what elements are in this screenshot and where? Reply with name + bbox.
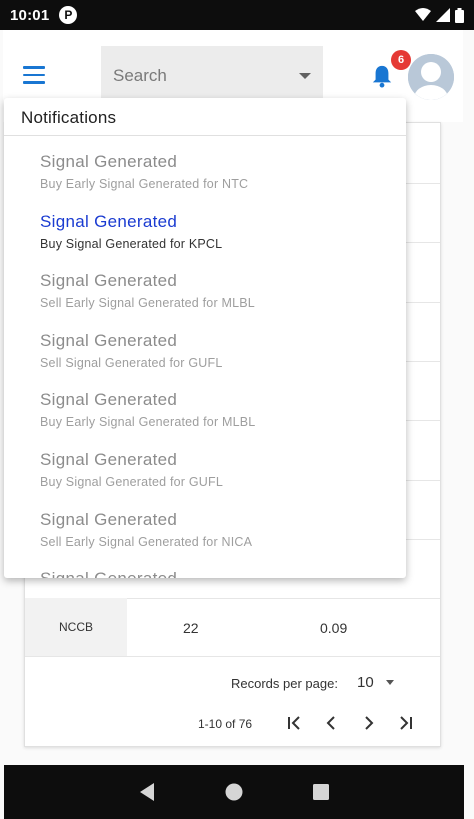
notification-badge: 6 xyxy=(391,50,411,70)
chevron-right-icon xyxy=(365,716,374,730)
notification-item[interactable]: Signal Generated xyxy=(4,569,406,578)
cell-symbol: NCCB xyxy=(25,598,127,656)
notification-item[interactable]: Signal Generated Buy Early Signal Generat… xyxy=(4,152,406,212)
bell-icon[interactable] xyxy=(371,64,393,88)
notification-subtitle: Buy Signal Generated for GUFL xyxy=(40,474,223,489)
notification-title: Signal Generated xyxy=(40,330,178,350)
notification-subtitle: Buy Early Signal Generated for NTC xyxy=(40,177,249,191)
notification-item[interactable]: Signal Generated Sell Early Signal Genera… xyxy=(4,271,406,331)
cell-value: 0.09 xyxy=(320,620,348,636)
back-triangle-icon xyxy=(140,783,155,801)
status-bar: 10:01 P xyxy=(0,0,474,30)
notification-title: Signal Generated xyxy=(40,152,178,171)
notification-title: Signal Generated xyxy=(40,271,178,291)
notification-subtitle: Sell Signal Generated for GUFL xyxy=(40,355,223,370)
carrier-p-icon: P xyxy=(59,6,78,24)
wifi-icon xyxy=(415,8,431,21)
records-per-page-label: Records per page: xyxy=(231,676,338,691)
status-time: 10:01 xyxy=(10,6,50,24)
home-circle-icon xyxy=(225,783,243,801)
back-button[interactable] xyxy=(132,777,162,807)
notifications-panel: Notifications Signal Generated Buy Early … xyxy=(4,98,406,578)
notification-title: Signal Generated xyxy=(40,390,178,410)
battery-icon xyxy=(455,7,464,23)
user-icon xyxy=(408,54,454,100)
notification-title: Signal Generated xyxy=(40,211,178,231)
notification-title: Signal Generated xyxy=(40,449,178,469)
last-page-icon xyxy=(400,716,412,730)
first-page-button[interactable] xyxy=(283,711,307,735)
chevron-left-icon xyxy=(326,716,335,730)
chevron-down-icon xyxy=(385,680,394,685)
records-per-page-value: 10 xyxy=(357,674,374,691)
last-page-button[interactable] xyxy=(393,711,417,735)
notification-subtitle: Sell Early Signal Generated for MLBL xyxy=(40,296,255,311)
notification-title: Signal Generated xyxy=(40,569,406,578)
divider xyxy=(4,135,406,136)
records-per-page-select[interactable]: 10 xyxy=(357,674,394,691)
avatar[interactable] xyxy=(408,54,454,100)
previous-page-button[interactable] xyxy=(319,711,343,735)
table-row[interactable]: NCCB 22 0.09 xyxy=(25,598,440,656)
cell-value: 22 xyxy=(183,620,199,636)
notification-item[interactable]: Signal Generated Sell Early Signal Genera… xyxy=(4,510,406,570)
signal-icon xyxy=(436,8,450,22)
status-icons xyxy=(415,7,464,23)
next-page-button[interactable] xyxy=(357,711,381,735)
notification-subtitle: Sell Early Signal Generated for NICA xyxy=(40,534,253,549)
row-divider xyxy=(25,656,440,657)
search-placeholder: Search xyxy=(113,65,167,85)
chevron-down-icon xyxy=(299,72,311,79)
notifications-list[interactable]: Signal Generated Buy Early Signal Generat… xyxy=(4,152,406,578)
pagination-range: 1-10 of 76 xyxy=(198,717,253,731)
search-select[interactable]: Search xyxy=(101,46,323,106)
notification-item[interactable]: Signal Generated Buy Signal Generated for… xyxy=(4,212,406,272)
notification-title: Signal Generated xyxy=(40,509,178,529)
system-nav-bar xyxy=(4,765,464,819)
menu-icon[interactable] xyxy=(23,66,45,84)
notification-subtitle: Buy Signal Generated for KPCL xyxy=(40,236,223,251)
first-page-icon xyxy=(288,716,300,730)
notification-item[interactable]: Signal Generated Buy Early Signal Generat… xyxy=(4,390,406,450)
notifications-title: Notifications xyxy=(21,108,117,127)
notification-subtitle: Buy Early Signal Generated for MLBL xyxy=(40,415,256,430)
recents-button[interactable] xyxy=(306,777,336,807)
notification-item[interactable]: Signal Generated Buy Signal Generated for… xyxy=(4,450,406,510)
recents-square-icon xyxy=(312,784,329,800)
notification-item[interactable]: Signal Generated Sell Signal Generated fo… xyxy=(4,331,406,391)
home-button[interactable] xyxy=(219,777,249,807)
